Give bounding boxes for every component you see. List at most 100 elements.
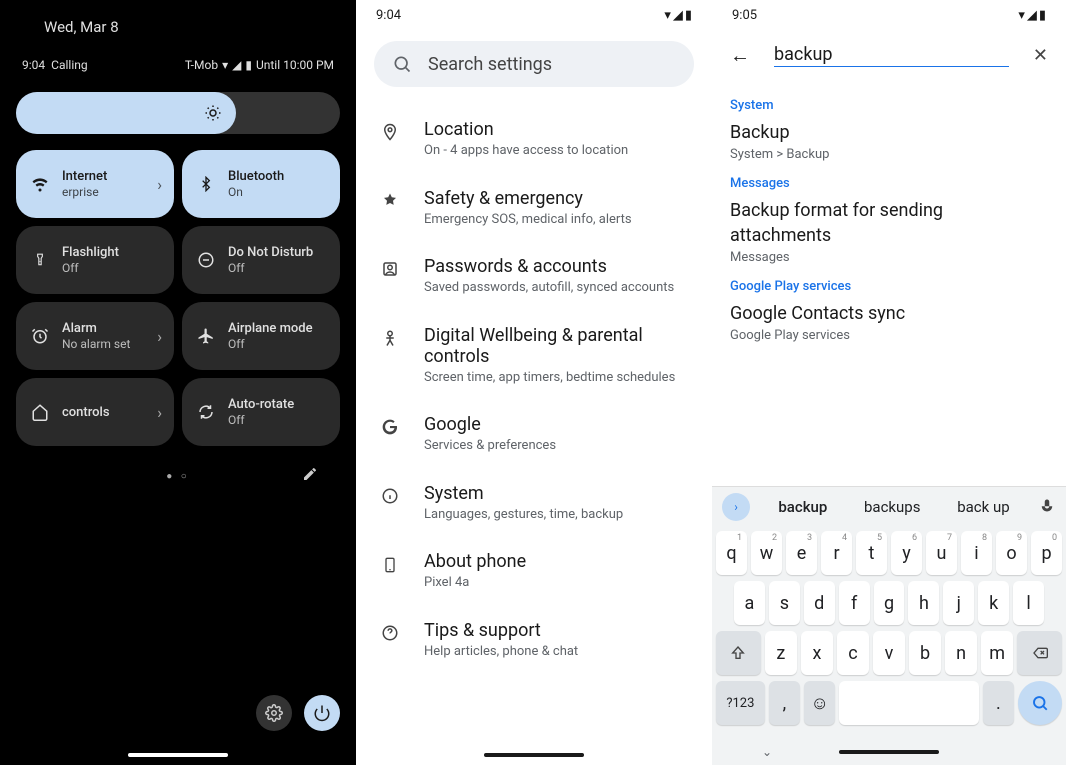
- wellbeing-icon: [378, 325, 402, 347]
- key-r[interactable]: r4: [821, 531, 852, 575]
- key-i[interactable]: i8: [961, 531, 992, 575]
- search-key[interactable]: [1018, 681, 1062, 725]
- search-settings-button[interactable]: Search settings: [374, 41, 694, 87]
- settings-item-passwords[interactable]: Passwords & accounts Saved passwords, aut…: [374, 242, 694, 311]
- key-j[interactable]: j: [943, 581, 974, 625]
- emoji-key[interactable]: ☺: [804, 681, 835, 725]
- symbols-key[interactable]: ?123: [716, 681, 765, 725]
- comma-key[interactable]: ,: [769, 681, 800, 725]
- hide-keyboard-button[interactable]: ⌄: [762, 745, 772, 759]
- key-u[interactable]: u7: [926, 531, 957, 575]
- tile-bluetooth[interactable]: BluetoothOn: [182, 150, 340, 218]
- key-p[interactable]: p0: [1031, 531, 1062, 575]
- key-g[interactable]: g: [874, 581, 905, 625]
- key-x[interactable]: x: [801, 631, 833, 675]
- key-k[interactable]: k: [978, 581, 1009, 625]
- suggestion-word[interactable]: backups: [856, 494, 928, 520]
- settings-item-tips[interactable]: Tips & supportHelp articles, phone & cha…: [374, 606, 694, 675]
- settings-item-system[interactable]: SystemLanguages, gestures, time, backup: [374, 469, 694, 538]
- tile-controls[interactable]: controls ›: [16, 378, 174, 446]
- space-key[interactable]: [839, 681, 978, 725]
- search-result-item[interactable]: Google Contacts sync Google Play service…: [730, 302, 1048, 343]
- back-button[interactable]: ←: [730, 43, 750, 68]
- power-button[interactable]: [304, 695, 340, 731]
- search-result-item[interactable]: Backup format for sending attachments Me…: [730, 199, 1048, 265]
- key-v[interactable]: v: [873, 631, 905, 675]
- settings-item-location[interactable]: Location On - 4 apps have access to locat…: [374, 105, 694, 174]
- item-title: Passwords & accounts: [424, 256, 690, 277]
- result-category: Google Play services: [730, 279, 1048, 294]
- backspace-key[interactable]: [1017, 631, 1062, 675]
- expand-suggestions-button[interactable]: ›: [722, 493, 750, 521]
- tile-internet[interactable]: Interneterprise ›: [16, 150, 174, 218]
- nav-bar[interactable]: [484, 753, 584, 757]
- item-sub: On - 4 apps have access to location: [424, 142, 690, 160]
- mic-icon[interactable]: [1038, 498, 1056, 516]
- settings-item-safety[interactable]: Safety & emergencyEmergency SOS, medical…: [374, 174, 694, 243]
- result-sub: Google Play services: [730, 328, 1048, 343]
- dnd-icon: [196, 251, 216, 269]
- search-result-item[interactable]: Backup System > Backup: [730, 121, 1048, 162]
- key-y[interactable]: y6: [891, 531, 922, 575]
- wifi-icon: ▾: [1018, 8, 1025, 23]
- tile-dnd[interactable]: Do Not DisturbOff: [182, 226, 340, 294]
- page-indicator: ● ○: [166, 471, 190, 482]
- edit-tiles-button[interactable]: [302, 466, 318, 482]
- key-d[interactable]: d: [804, 581, 835, 625]
- brightness-slider[interactable]: [16, 92, 340, 134]
- settings-item-google[interactable]: GoogleServices & preferences: [374, 400, 694, 469]
- key-c[interactable]: c: [837, 631, 869, 675]
- battery-icon: ▮: [685, 8, 692, 23]
- suggestion-word[interactable]: backup: [770, 494, 835, 520]
- suggestion-word[interactable]: back up: [949, 494, 1017, 520]
- quick-settings-panel: Wed, Mar 8 9:04 Calling T-Mob ▾ ◢ ▮ Unti…: [0, 0, 356, 765]
- nav-bar[interactable]: [839, 750, 939, 754]
- period-key[interactable]: .: [983, 681, 1014, 725]
- key-b[interactable]: b: [909, 631, 941, 675]
- brightness-icon: [204, 104, 222, 122]
- item-title: About phone: [424, 551, 690, 572]
- item-title: Location: [424, 119, 690, 140]
- nav-bar[interactable]: [128, 753, 228, 757]
- key-s[interactable]: s: [769, 581, 800, 625]
- key-h[interactable]: h: [908, 581, 939, 625]
- key-w[interactable]: w2: [751, 531, 782, 575]
- result-category: Messages: [730, 176, 1048, 191]
- account-icon: [378, 256, 402, 278]
- key-q[interactable]: q1: [716, 531, 747, 575]
- key-z[interactable]: z: [765, 631, 797, 675]
- alarm-until-label: Until 10:00 PM: [256, 58, 334, 72]
- key-a[interactable]: a: [734, 581, 765, 625]
- key-m[interactable]: m: [981, 631, 1013, 675]
- tile-airplane[interactable]: Airplane modeOff: [182, 302, 340, 370]
- settings-item-wellbeing[interactable]: Digital Wellbeing & parental controlsScr…: [374, 311, 694, 401]
- search-input[interactable]: backup: [774, 44, 1009, 67]
- status-bar: 9:04 ▾◢▮: [356, 0, 712, 31]
- settings-item-about[interactable]: About phonePixel 4a: [374, 537, 694, 606]
- settings-button[interactable]: [256, 695, 292, 731]
- status-time: 9:05: [732, 8, 757, 23]
- tile-flashlight[interactable]: FlashlightOff: [16, 226, 174, 294]
- key-n[interactable]: n: [945, 631, 977, 675]
- key-e[interactable]: e3: [786, 531, 817, 575]
- key-l[interactable]: l: [1013, 581, 1044, 625]
- tile-title: Do Not Disturb: [228, 245, 313, 260]
- status-time: 9:04: [376, 8, 401, 23]
- item-title: Google: [424, 414, 690, 435]
- key-f[interactable]: f: [839, 581, 870, 625]
- key-t[interactable]: t5: [856, 531, 887, 575]
- item-sub: Saved passwords, autofill, synced accoun…: [424, 279, 690, 297]
- key-o[interactable]: o9: [996, 531, 1027, 575]
- clear-button[interactable]: ✕: [1033, 45, 1048, 66]
- tile-alarm[interactable]: AlarmNo alarm set ›: [16, 302, 174, 370]
- wifi-icon: ▾: [222, 58, 228, 72]
- tile-sub: Off: [62, 261, 119, 275]
- item-sub: Help articles, phone & chat: [424, 643, 690, 661]
- tile-title: Internet: [62, 169, 107, 184]
- tile-autorotate[interactable]: Auto-rotateOff: [182, 378, 340, 446]
- location-icon: [378, 119, 402, 141]
- settings-list: Location On - 4 apps have access to locat…: [356, 105, 712, 674]
- item-sub: Languages, gestures, time, backup: [424, 506, 690, 524]
- result-title: Backup: [730, 121, 1048, 145]
- shift-key[interactable]: [716, 631, 761, 675]
